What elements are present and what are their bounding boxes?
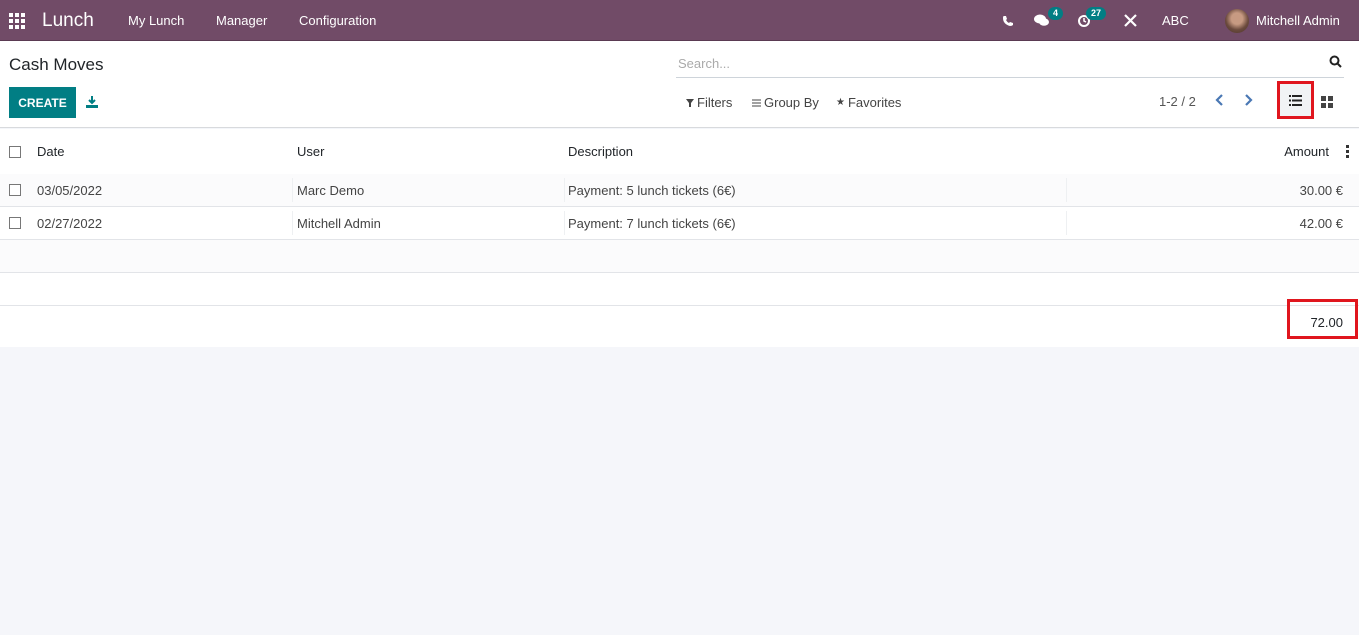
star-icon: ★ — [836, 97, 845, 108]
phone-icon[interactable] — [1002, 0, 1014, 41]
top-navbar: Lunch My Lunch Manager Configuration 4 2… — [0, 0, 1359, 41]
cell-date: 03/05/2022 — [37, 182, 103, 198]
row-checkbox[interactable] — [9, 184, 21, 196]
cell-amount: 30.00 € — [1299, 182, 1343, 198]
filter-icon — [686, 98, 694, 107]
column-amount[interactable]: Amount — [1284, 144, 1329, 159]
amount-total: 72.00 — [1287, 299, 1358, 339]
download-icon[interactable] — [85, 95, 99, 109]
page-title: Cash Moves — [9, 55, 104, 74]
menu-my-lunch[interactable]: My Lunch — [128, 0, 184, 41]
activities-icon[interactable] — [1077, 0, 1091, 41]
apps-menu-icon[interactable] — [9, 0, 27, 41]
group-by-label: Group By — [764, 95, 819, 110]
user-name: Mitchell Admin — [1256, 13, 1340, 28]
empty-row — [0, 273, 1359, 306]
pager-value[interactable]: 1-2 / 2 — [1159, 94, 1196, 109]
cell-user: Marc Demo — [297, 182, 365, 198]
cell-user: Mitchell Admin — [297, 215, 381, 231]
group-by-icon — [752, 99, 761, 106]
list-table: Date User Description Amount 03/05/2022 … — [0, 129, 1359, 347]
tools-icon[interactable] — [1124, 0, 1137, 41]
column-user[interactable]: User — [297, 144, 324, 159]
activities-badge: 27 — [1086, 7, 1107, 20]
optional-columns-icon[interactable] — [1346, 145, 1349, 158]
search-bar — [676, 51, 1344, 78]
search-icon[interactable] — [1329, 55, 1342, 71]
row-checkbox[interactable] — [9, 217, 21, 229]
table-row[interactable]: 03/05/2022 Marc Demo Payment: 5 lunch ti… — [0, 174, 1359, 207]
cell-description: Payment: 5 lunch tickets (6€) — [568, 182, 736, 198]
filters-button[interactable]: Filters — [686, 95, 732, 110]
create-button[interactable]: CREATE — [9, 87, 76, 118]
user-avatar — [1225, 8, 1249, 33]
user-menu[interactable]: Mitchell Admin — [1225, 0, 1340, 41]
list-view-button[interactable] — [1277, 81, 1314, 119]
select-all-checkbox[interactable] — [9, 145, 21, 158]
app-name[interactable]: Lunch — [42, 0, 94, 41]
empty-row — [0, 240, 1359, 273]
menu-configuration[interactable]: Configuration — [299, 0, 376, 41]
favorites-button[interactable]: ★ Favorites — [836, 95, 901, 110]
control-panel: Cash Moves CREATE Filters Group By ★ Fav… — [0, 41, 1359, 128]
group-by-button[interactable]: Group By — [752, 95, 819, 110]
cell-date: 02/27/2022 — [37, 215, 103, 231]
pager-next-icon[interactable] — [1243, 93, 1257, 109]
messages-badge: 4 — [1048, 7, 1064, 20]
column-date[interactable]: Date — [37, 144, 64, 159]
filters-label: Filters — [697, 95, 733, 110]
pager-previous-icon[interactable] — [1215, 93, 1229, 109]
favorites-label: Favorites — [847, 95, 902, 110]
table-header: Date User Description Amount — [0, 129, 1359, 174]
column-description[interactable]: Description — [568, 144, 633, 159]
list-view-icon — [1289, 94, 1302, 106]
cell-description: Payment: 7 lunch tickets (6€) — [568, 215, 736, 231]
table-row[interactable]: 02/27/2022 Mitchell Admin Payment: 7 lun… — [0, 207, 1359, 240]
menu-manager[interactable]: Manager — [216, 0, 267, 41]
messages-icon[interactable] — [1034, 0, 1050, 41]
cell-amount: 42.00 € — [1299, 215, 1343, 231]
search-input[interactable] — [676, 51, 1296, 75]
kanban-view-icon[interactable] — [1321, 96, 1333, 108]
company-switcher[interactable]: ABC — [1162, 0, 1189, 41]
